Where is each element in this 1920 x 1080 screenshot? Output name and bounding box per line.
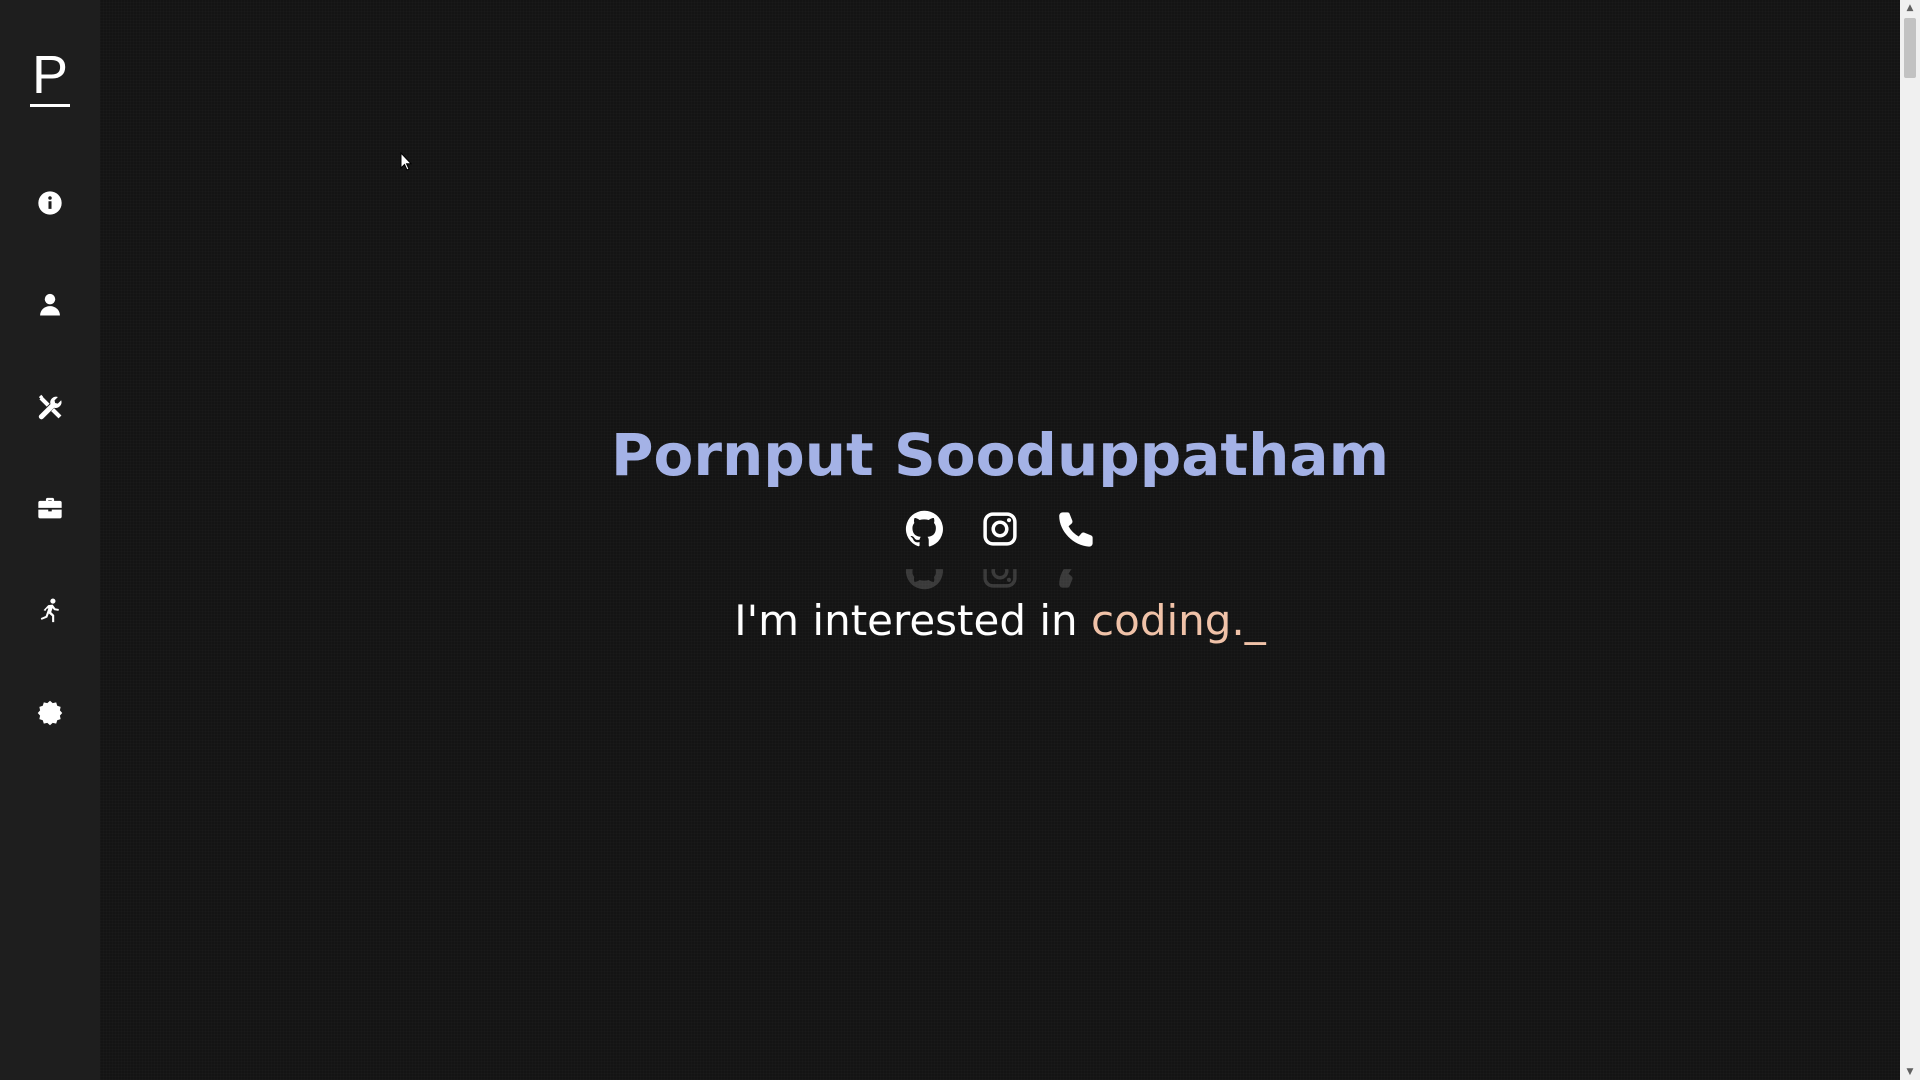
tools-icon (38, 394, 62, 420)
sidebar-item-awards[interactable] (26, 689, 74, 737)
sidebar-item-info[interactable] (26, 179, 74, 227)
github-link[interactable] (905, 510, 943, 590)
github-reflection-icon (905, 552, 943, 590)
phone-reflection-icon (1057, 552, 1095, 590)
hero: Pornput Sooduppatham I'm interested in c… (100, 420, 1900, 645)
instagram-link[interactable] (981, 510, 1019, 590)
briefcase-icon (38, 497, 62, 519)
scroll-thumb[interactable] (1904, 18, 1916, 78)
main-content: Pornput Sooduppatham I'm interested in c… (100, 0, 1900, 1080)
logo[interactable]: P (29, 48, 71, 107)
phone-link[interactable] (1057, 510, 1095, 590)
user-icon (40, 293, 60, 316)
sidebar-item-work[interactable] (26, 485, 74, 533)
mouse-pointer-icon (400, 152, 413, 171)
github-icon (905, 510, 943, 547)
instagram-icon (983, 512, 1017, 546)
page-title: Pornput Sooduppatham (610, 421, 1389, 489)
scrollbar[interactable]: ▲ ▼ (1900, 0, 1920, 1080)
tagline-word: coding. (1091, 596, 1245, 645)
sidebar-item-activities[interactable] (26, 587, 74, 635)
sidebar-item-user[interactable] (26, 281, 74, 329)
instagram-reflection-icon (981, 552, 1019, 590)
info-icon (38, 191, 62, 215)
sidebar: P (0, 0, 100, 1080)
tagline-prefix: I'm interested in (734, 596, 1092, 645)
sidebar-item-tools[interactable] (26, 383, 74, 431)
running-icon (40, 598, 59, 623)
phone-icon (1059, 512, 1093, 547)
sidebar-nav (26, 179, 74, 791)
scroll-up-arrow-icon[interactable]: ▲ (1900, 0, 1920, 16)
typing-cursor: _ (1244, 596, 1266, 645)
social-links (100, 510, 1900, 590)
tagline: I'm interested in coding._ (100, 596, 1900, 645)
scroll-down-arrow-icon[interactable]: ▼ (1900, 1064, 1920, 1080)
certificate-icon (37, 700, 63, 726)
